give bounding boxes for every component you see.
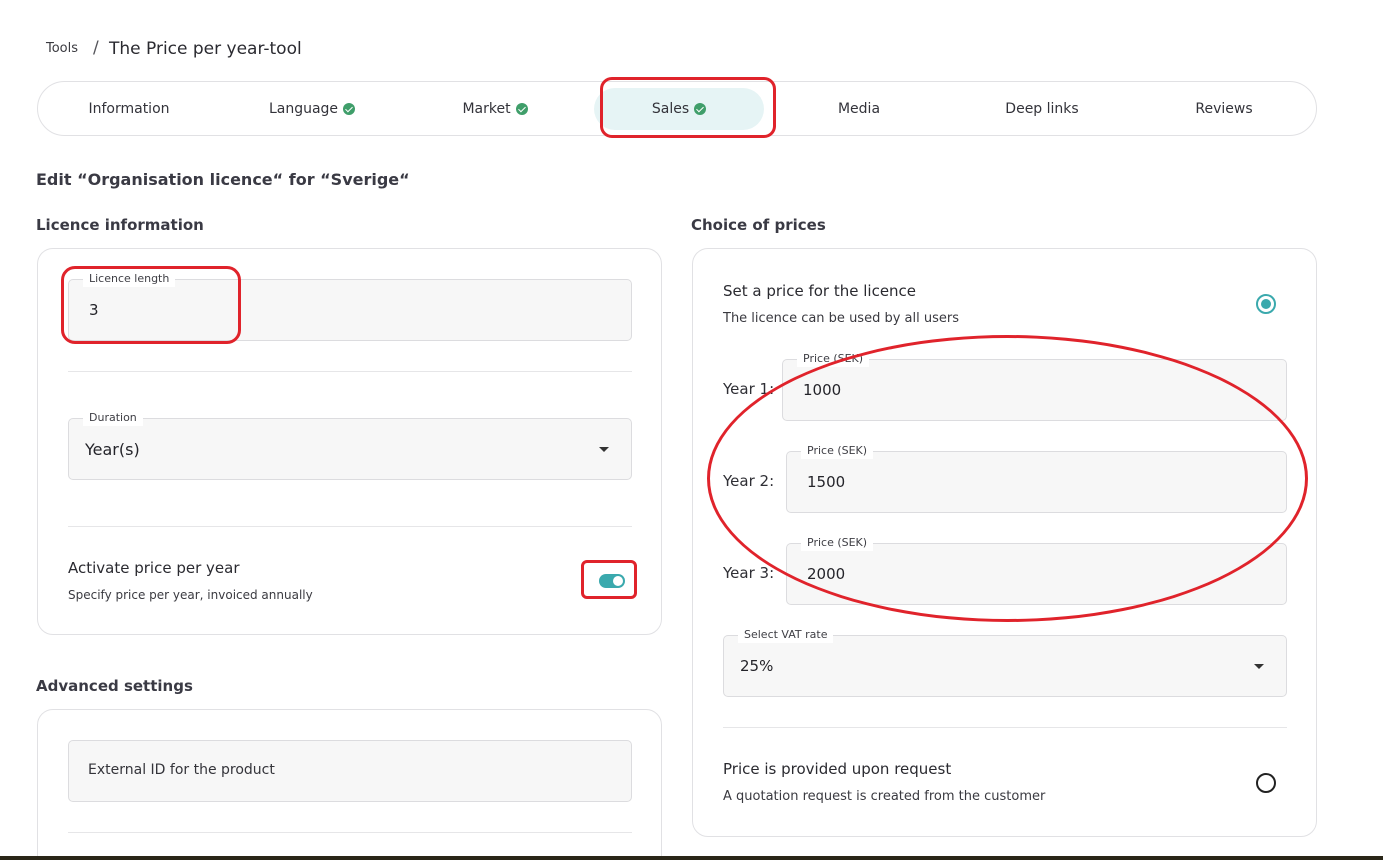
annotation-sales-tab [600, 77, 776, 138]
price-per-year-title: Activate price per year [68, 559, 240, 577]
tab-reviews[interactable]: Reviews [1141, 88, 1307, 130]
vat-rate-label: Select VAT rate [738, 627, 834, 643]
price-on-request-radio[interactable] [1256, 773, 1276, 793]
caret-down-icon [599, 447, 609, 452]
year-3-label: Year 3: [723, 564, 775, 582]
annotation-year-prices [707, 335, 1308, 622]
external-id-input[interactable]: External ID for the product [68, 740, 632, 802]
duration-value: Year(s) [85, 440, 140, 459]
tab-deep-links[interactable]: Deep links [959, 88, 1125, 130]
annotation-licence-length [61, 266, 241, 344]
choice-of-prices-heading: Choice of prices [691, 216, 826, 234]
tab-label: Deep links [1005, 101, 1079, 117]
advanced-settings-card: External ID for the product [37, 709, 662, 860]
duration-label: Duration [83, 410, 143, 426]
caret-down-icon [1254, 664, 1264, 669]
divider [68, 832, 632, 833]
bottom-edge-bar [0, 856, 1383, 860]
tab-label: Media [837, 101, 881, 117]
tab-label: Reviews [1195, 101, 1253, 117]
divider [723, 727, 1287, 728]
set-price-title: Set a price for the licence [723, 282, 917, 300]
set-price-subtitle: The licence can be used by all users [723, 311, 959, 326]
advanced-settings-heading: Advanced settings [36, 677, 193, 695]
tab-language[interactable]: Language [229, 88, 395, 130]
check-circle-icon [343, 103, 356, 115]
breadcrumb-separator: / [93, 38, 99, 58]
tab-media[interactable]: Media [776, 88, 942, 130]
external-id-placeholder: External ID for the product [88, 762, 275, 778]
price-per-year-subtitle: Specify price per year, invoiced annuall… [68, 588, 313, 602]
page-title: The Price per year-tool [109, 39, 302, 59]
tab-label: Information [88, 101, 170, 117]
tab-label: Language [268, 101, 339, 117]
tab-information[interactable]: Information [46, 88, 212, 130]
check-circle-icon [515, 103, 528, 115]
duration-select[interactable]: Duration Year(s) [68, 410, 632, 480]
vat-rate-value: 25% [740, 657, 774, 675]
licence-info-heading: Licence information [36, 216, 204, 234]
price-on-request-subtitle: A quotation request is created from the … [723, 789, 1046, 804]
annotation-toggle [581, 560, 637, 599]
breadcrumb-tools[interactable]: Tools [46, 41, 78, 56]
tab-market[interactable]: Market [412, 88, 578, 130]
radio-dot [1261, 299, 1271, 309]
vat-rate-select[interactable]: Select VAT rate 25% [723, 627, 1287, 697]
tab-label: Market [462, 101, 511, 117]
set-price-radio[interactable] [1256, 294, 1276, 314]
divider [68, 371, 632, 372]
price-on-request-title: Price is provided upon request [723, 760, 952, 778]
edit-heading: Edit “Organisation licence“ for “Sverige… [36, 170, 410, 189]
divider [68, 526, 632, 527]
